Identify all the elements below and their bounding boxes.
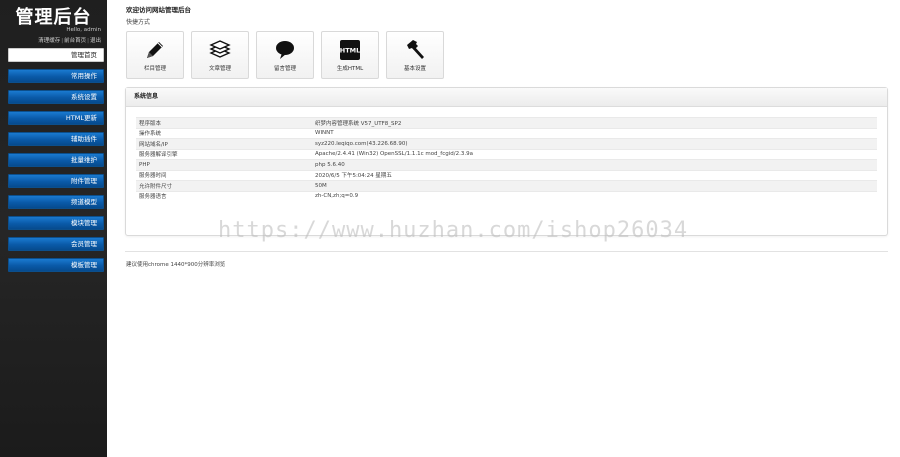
info-key: 允许附件尺寸 <box>136 180 312 191</box>
sidebar-menu: 管理首页 常用操作 系统设置 HTML更新 辅助插件 批量维护 附件管理 频道模… <box>8 48 104 279</box>
separator: | <box>61 38 64 44</box>
info-key: 操作系统 <box>136 127 312 139</box>
sidebar-item-channel-models[interactable]: 频道模型 <box>8 195 104 209</box>
front-page-link[interactable]: 前台首页 <box>64 38 86 44</box>
pencil-icon <box>147 42 163 58</box>
info-value: php 5.6.40 <box>312 159 877 170</box>
table-row: PHP php 5.6.40 <box>136 159 877 170</box>
footer-note: 建议使用chrome 1440*900分辨率浏览 <box>126 262 226 268</box>
sidebar-item-batch-maintenance[interactable]: 批量维护 <box>8 153 104 167</box>
table-row: 服务器时间 2020/6/5 下午5:04:24 星期五 <box>136 169 877 181</box>
info-key: 程序版本 <box>136 117 312 128</box>
sidebar-item-plugins[interactable]: 辅助插件 <box>8 132 104 146</box>
separator: | <box>87 38 89 44</box>
html-icon-text: HTML <box>340 47 360 55</box>
sidebar-item-admin-home[interactable]: 管理首页 <box>8 48 104 62</box>
info-key: 网站域名/IP <box>136 138 312 149</box>
system-info-panel: 系统信息 程序版本 织梦内容管理系统 V57_UTF8_SP2 操作系统 WINNT… <box>125 87 888 236</box>
quick-label: 生成HTML <box>336 66 364 72</box>
sidebar-item-system-settings[interactable]: 系统设置 <box>8 90 104 104</box>
quick-label: 文章管理 <box>208 66 231 72</box>
hammer-icon <box>407 40 424 59</box>
info-key: 服务器语言 <box>136 190 312 201</box>
greeting-text: Hello, admin <box>66 27 101 33</box>
sidebar-item-modules[interactable]: 模块管理 <box>8 216 104 230</box>
info-key: 服务器解译引擎 <box>136 148 312 160</box>
info-key: 服务器时间 <box>136 169 312 181</box>
main-content: 欢迎访问网站管理后台 快捷方式 栏目管理 文章管理 留言管理 HTML 生成HT… <box>107 0 900 457</box>
quick-basic-settings[interactable]: 基本设置 <box>386 31 444 79</box>
quick-generate-html[interactable]: HTML 生成HTML <box>321 31 379 79</box>
info-key: PHP <box>136 159 312 170</box>
divider <box>125 251 888 252</box>
sidebar-item-templates[interactable]: 模板管理 <box>8 258 104 272</box>
speech-bubble-icon <box>276 41 294 59</box>
system-info-table: 程序版本 织梦内容管理系统 V57_UTF8_SP2 操作系统 WINNT 网站域名… <box>136 117 877 201</box>
logout-link[interactable]: 退出 <box>90 38 101 44</box>
info-value: zh-CN,zh;q=0.9 <box>312 190 877 201</box>
quick-label: 栏目管理 <box>143 66 166 72</box>
table-row: 服务器语言 zh-CN,zh;q=0.9 <box>136 190 877 201</box>
quick-label: 基本设置 <box>403 66 426 72</box>
quick-category-manage[interactable]: 栏目管理 <box>126 31 184 79</box>
sidebar-item-members[interactable]: 会员管理 <box>8 237 104 251</box>
sidebar-item-common-ops[interactable]: 常用操作 <box>8 69 104 83</box>
quick-links-title: 快捷方式 <box>126 19 151 26</box>
quick-label: 留言管理 <box>273 66 296 72</box>
quick-message-manage[interactable]: 留言管理 <box>256 31 314 79</box>
info-value: syz220.leqiqo.com(43.226.68.90) <box>312 138 877 149</box>
quick-article-manage[interactable]: 文章管理 <box>191 31 249 79</box>
info-value: Apache/2.4.41 (Win32) OpenSSL/1.1.1c mod… <box>312 148 877 160</box>
html-icon: HTML <box>340 40 360 60</box>
document-stack-icon <box>209 40 231 58</box>
system-info-title: 系统信息 <box>126 88 887 107</box>
sidebar: 管理后台 Hello, admin 清理缓存|前台首页|退出 管理首页 常用操作… <box>0 0 107 457</box>
table-row: 允许附件尺寸 50M <box>136 180 877 191</box>
sidebar-item-attachments[interactable]: 附件管理 <box>8 174 104 188</box>
table-row: 操作系统 WINNT <box>136 127 877 139</box>
table-row: 服务器解译引擎 Apache/2.4.41 (Win32) OpenSSL/1.1… <box>136 148 877 160</box>
info-value: 2020/6/5 下午5:04:24 星期五 <box>312 169 877 181</box>
info-value: WINNT <box>312 127 877 139</box>
user-links: 清理缓存|前台首页|退出 <box>38 36 101 44</box>
sidebar-item-html-update[interactable]: HTML更新 <box>8 111 104 125</box>
brand-title: 管理后台 <box>15 7 92 28</box>
clear-cache-link[interactable]: 清理缓存 <box>38 38 60 44</box>
quick-links: 栏目管理 文章管理 留言管理 HTML 生成HTML 基本设置 <box>126 31 451 79</box>
table-row: 程序版本 织梦内容管理系统 V57_UTF8_SP2 <box>136 117 877 128</box>
info-value: 50M <box>312 180 877 191</box>
table-row: 网站域名/IP syz220.leqiqo.com(43.226.68.90) <box>136 138 877 149</box>
welcome-text: 欢迎访问网站管理后台 <box>126 6 191 14</box>
info-value: 织梦内容管理系统 V57_UTF8_SP2 <box>312 117 877 128</box>
